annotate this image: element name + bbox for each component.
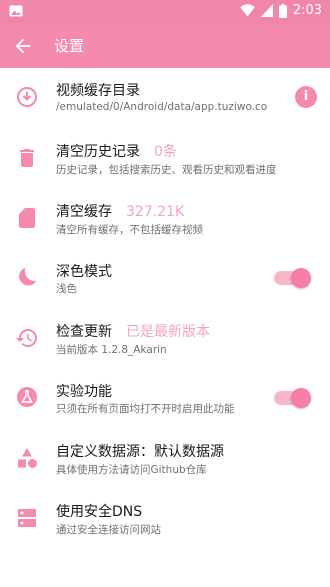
setting-title: 清空缓存: [56, 204, 112, 220]
setting-title: 使用安全DNS: [56, 504, 143, 520]
moon-icon: [19, 268, 36, 286]
setting-check-update[interactable]: 检查更新 已是最新版本 当前版本 1.2.8_Akarin: [0, 307, 330, 367]
toggle-knob: [291, 388, 311, 408]
status-bar: 2:03: [0, 0, 330, 24]
shapes-icon: [18, 448, 37, 468]
setting-subtitle: 只须在所有页面均打不开时启用此功能: [56, 403, 235, 415]
history-count: 0条: [154, 144, 177, 160]
science-icon: [17, 387, 37, 407]
signal-icon: [260, 4, 273, 17]
setting-video-cache-dir[interactable]: 视频缓存目录 /emulated/0/Android/data/app.tuzi…: [0, 67, 330, 127]
toggle-knob: [291, 268, 311, 288]
setting-subtitle: 清空所有缓存，不包括缓存视频: [56, 224, 203, 236]
download-circle-icon: [17, 87, 37, 107]
setting-title: 自定义数据源：默认数据源: [56, 444, 224, 460]
setting-title: 实验功能: [56, 384, 112, 400]
app-bar: 设置: [0, 24, 330, 68]
experimental-toggle[interactable]: [274, 388, 311, 408]
setting-title: 视频缓存目录: [56, 83, 140, 99]
setting-custom-source[interactable]: 自定义数据源：默认数据源 具体使用方法请访问Github仓库: [0, 427, 330, 487]
trash-icon: [20, 149, 34, 167]
sd-card-icon: [19, 208, 35, 228]
wifi-icon: [240, 4, 255, 17]
update-status: 已是最新版本: [126, 324, 210, 340]
battery-icon: [278, 3, 287, 18]
setting-subtitle: 当前版本 1.2.8_Akarin: [56, 344, 167, 356]
setting-clear-cache[interactable]: 清空缓存 327.21K 清空所有缓存，不包括缓存视频: [0, 187, 330, 247]
back-arrow-icon[interactable]: [12, 35, 34, 57]
setting-secure-dns[interactable]: 使用安全DNS 通过安全连接访问网站: [0, 487, 330, 547]
setting-subtitle: 历史记录，包括搜索历史、观看历史和观看进度: [56, 164, 277, 176]
dark-mode-toggle[interactable]: [274, 268, 311, 288]
setting-clear-history[interactable]: 清空历史记录 0条 历史记录，包括搜索历史、观看历史和观看进度: [0, 127, 330, 187]
setting-subtitle: /emulated/0/Android/data/app.tuziwo.co: [56, 101, 268, 113]
setting-subtitle: 具体使用方法请访问Github仓库: [56, 464, 207, 476]
dns-icon: [18, 509, 36, 527]
setting-title: 检查更新: [56, 324, 112, 340]
setting-title: 深色模式: [56, 264, 112, 280]
setting-dark-mode[interactable]: 深色模式 浅色: [0, 247, 330, 307]
image-notification-icon: [9, 5, 23, 17]
setting-subtitle: 通过安全连接访问网站: [56, 524, 161, 536]
history-icon: [16, 329, 37, 347]
cache-size: 327.21K: [126, 204, 185, 220]
page-title: 设置: [54, 37, 85, 55]
setting-title: 清空历史记录: [56, 144, 140, 160]
status-time: 2:03: [292, 3, 322, 18]
info-button[interactable]: i: [295, 86, 317, 108]
setting-subtitle: 浅色: [56, 283, 77, 295]
setting-experimental[interactable]: 实验功能 只须在所有页面均打不开时启用此功能: [0, 367, 330, 427]
